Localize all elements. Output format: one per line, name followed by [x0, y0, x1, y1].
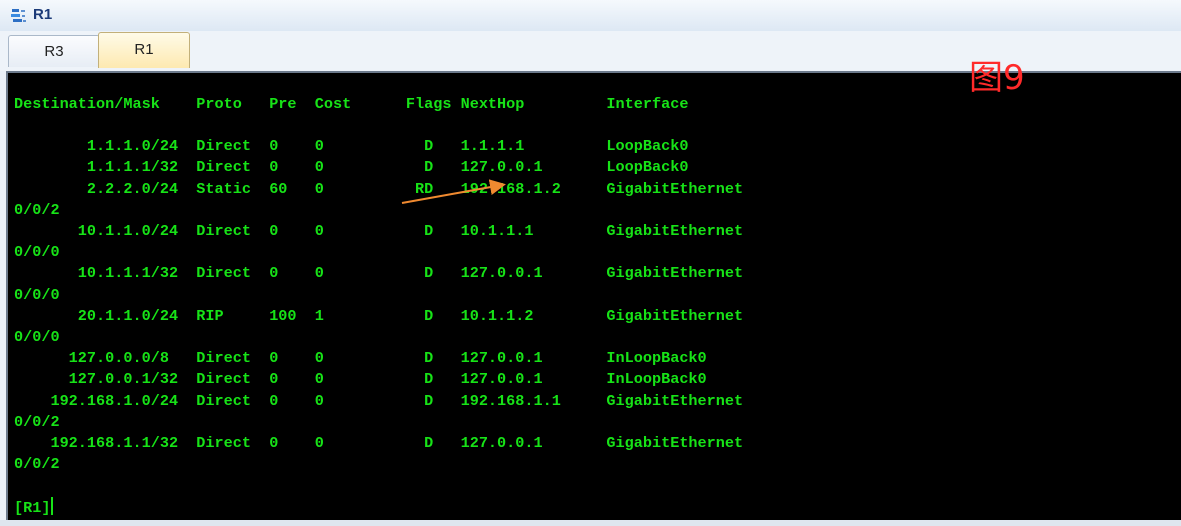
terminal-line: 1.1.1.1/32 Direct 0 0 D 127.0.0.1 LoopBa… [14, 158, 689, 177]
terminal-line: 192.168.1.0/24 Direct 0 0 D 192.168.1.1 … [14, 391, 744, 410]
terminal-line: 10.1.1.1/32 Direct 0 0 D 127.0.0.1 Gigab… [14, 264, 744, 283]
terminal-line: 192.168.1.1/32 Direct 0 0 D 127.0.0.1 Gi… [14, 434, 744, 452]
annotation-arrow-icon [401, 179, 506, 204]
terminal-line: 20.1.1.0/24 RIP 100 1 D 10.1.1.2 Gigabit… [14, 306, 744, 325]
terminal-line: 0/0/0 [14, 285, 60, 304]
text-cursor [51, 497, 54, 515]
tab-r3[interactable]: R3 [8, 35, 100, 67]
window-titlebar: R1 [0, 0, 1181, 32]
prompt-text: [R1] [14, 499, 51, 517]
terminal-line: 1.1.1.0/24 Direct 0 0 D 1.1.1.1 LoopBack… [14, 137, 689, 156]
terminal-line: 2.2.2.0/24 Static 60 0 RD 192.168.1.2 Gi… [14, 179, 744, 198]
tab-r1[interactable]: R1 [98, 32, 190, 68]
terminal-line: 127.0.0.0/8 Direct 0 0 D 127.0.0.1 InLoo… [14, 349, 707, 368]
terminal-console[interactable]: Destination/Mask Proto Pre Cost Flags Ne… [6, 71, 1181, 520]
figure-label: 图9 [969, 58, 1025, 98]
window-title: R1 [33, 6, 53, 23]
terminal-line: 0/0/2 [14, 412, 60, 431]
bottom-border [0, 520, 1181, 526]
routing-table-header: Destination/Mask Proto Pre Cost Flags Ne… [14, 95, 689, 113]
terminal-line: 0/0/2 [14, 200, 60, 219]
terminal-line: 10.1.1.0/24 Direct 0 0 D 10.1.1.1 Gigabi… [14, 222, 744, 240]
terminal-line: 0/0/2 [14, 455, 60, 474]
terminal-line: 0/0/0 [14, 328, 60, 346]
network-device-icon [11, 9, 26, 22]
terminal-line: 127.0.0.1/32 Direct 0 0 D 127.0.0.1 InLo… [14, 370, 707, 389]
terminal-line: 0/0/0 [14, 243, 60, 262]
command-prompt[interactable]: [R1] [14, 497, 54, 518]
